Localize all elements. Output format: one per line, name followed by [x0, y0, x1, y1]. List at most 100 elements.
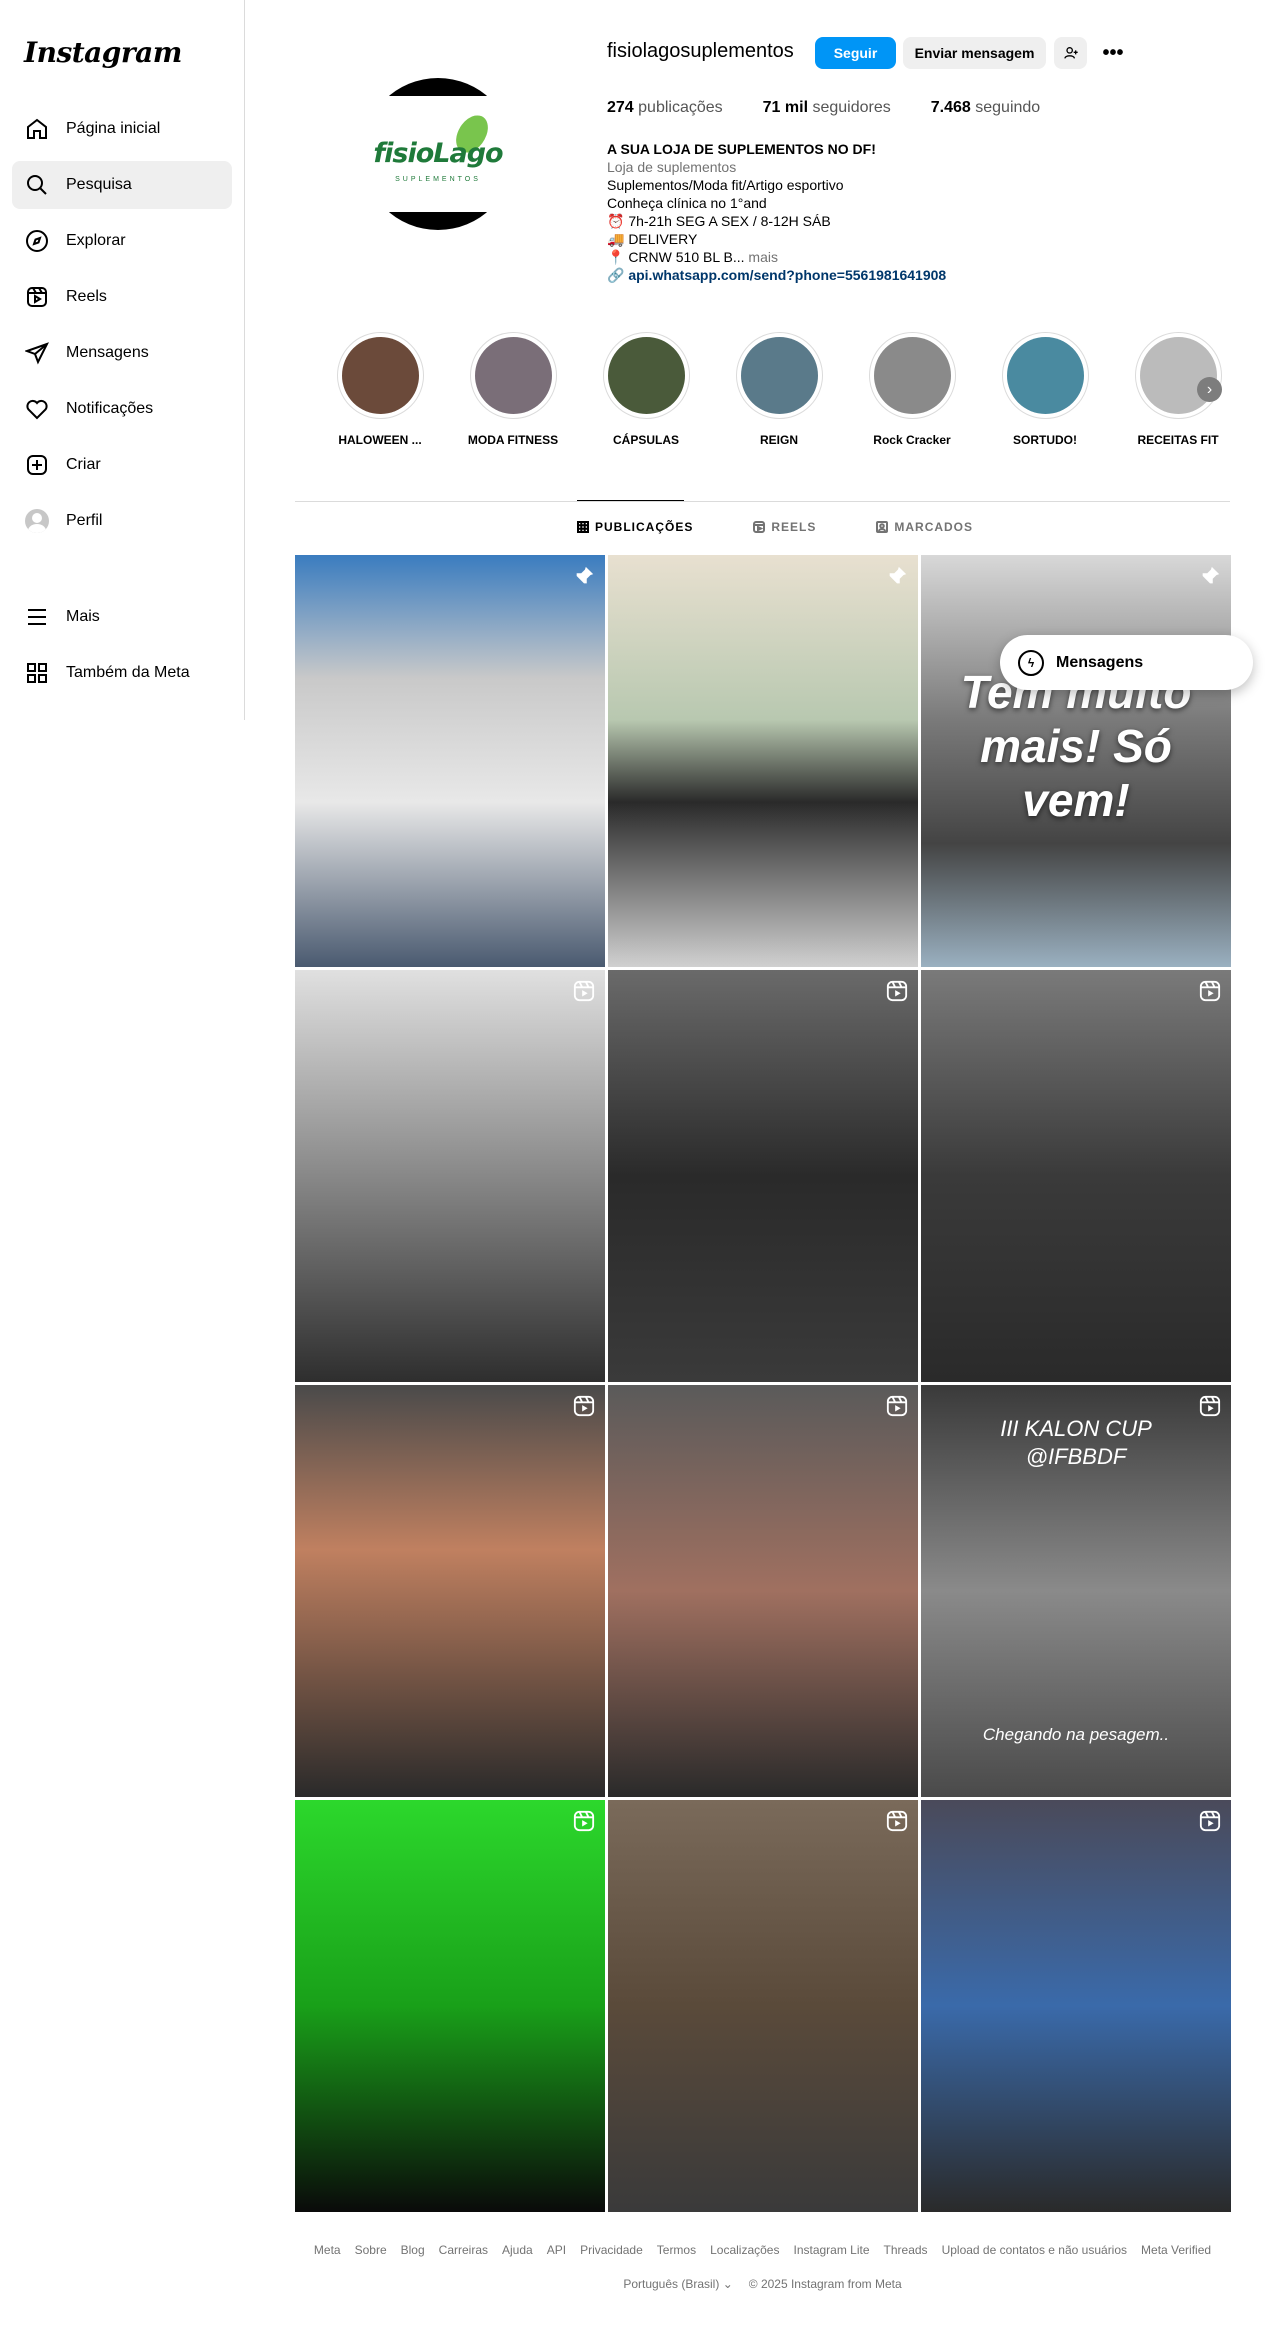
posts-stat: 274 publicações — [607, 99, 723, 117]
profile-stats: 274 publicações 71 mil seguidores 7.468 … — [607, 99, 1040, 117]
post-thumbnail[interactable] — [608, 970, 918, 1382]
sidebar-item-label: Criar — [66, 456, 101, 473]
sidebar-item-explore[interactable]: Explorar — [12, 217, 232, 265]
follow-button[interactable]: Seguir — [815, 37, 896, 69]
tab-tagged[interactable]: MARCADOS — [876, 520, 973, 534]
sidebar-item-notifications[interactable]: Notificações — [12, 385, 232, 433]
highlight-ring — [868, 332, 956, 419]
highlight-ring — [336, 332, 424, 419]
highlight-item[interactable]: HALOWEEN ... — [330, 332, 430, 447]
post-thumbnail[interactable] — [295, 1385, 605, 1797]
highlight-label: REIGN — [759, 433, 798, 447]
followers-count: 71 mil — [762, 99, 809, 116]
highlight-item[interactable]: SORTUDO! — [995, 332, 1095, 447]
post-thumbnail[interactable]: Tem muito mais! Só vem! — [921, 555, 1231, 967]
send-message-button[interactable]: Enviar mensagem — [903, 37, 1046, 69]
sidebar-item-home[interactable]: Página inicial — [12, 105, 232, 153]
highlight-thumbnail — [740, 337, 818, 414]
followers-stat[interactable]: 71 mil seguidores — [763, 99, 891, 117]
reel-icon — [1199, 1395, 1221, 1417]
post-thumbnail[interactable] — [608, 1800, 918, 2212]
post-thumbnail[interactable] — [921, 970, 1231, 1382]
post-thumbnail[interactable] — [295, 1800, 605, 2212]
options-button[interactable]: ••• — [1098, 37, 1128, 69]
following-label: seguindo — [975, 99, 1041, 116]
reel-icon — [573, 1395, 595, 1417]
footer-link[interactable]: Meta Verified — [1141, 2243, 1211, 2257]
footer-link[interactable]: Termos — [657, 2243, 696, 2257]
tab-reels[interactable]: REELS — [753, 520, 816, 534]
highlight-thumbnail — [474, 337, 552, 414]
sidebar-item-meta[interactable]: Também da Meta — [12, 649, 232, 697]
sidebar-item-label: Perfil — [66, 512, 103, 529]
avatar-brand-text: fisioLago — [373, 138, 503, 169]
language-label: Português (Brasil) — [623, 2277, 720, 2291]
post-thumbnail[interactable] — [295, 555, 605, 967]
sidebar-item-search[interactable]: Pesquisa — [12, 161, 232, 209]
profile-icon — [24, 508, 50, 534]
suggested-users-button[interactable] — [1054, 37, 1087, 69]
footer-link[interactable]: Instagram Lite — [793, 2243, 869, 2257]
highlight-item[interactable]: MODA FITNESS — [463, 332, 563, 447]
footer-link[interactable]: Carreiras — [439, 2243, 488, 2257]
more-dots-icon: ••• — [1102, 41, 1124, 64]
highlights-next-button[interactable]: › — [1197, 377, 1222, 402]
bio-more-link[interactable]: mais — [748, 249, 778, 265]
footer-link[interactable]: Privacidade — [580, 2243, 643, 2257]
post-thumbnail[interactable] — [608, 1385, 918, 1797]
footer-link[interactable]: Sobre — [355, 2243, 387, 2257]
pin-icon — [1199, 565, 1221, 587]
sidebar-item-reels[interactable]: Reels — [12, 273, 232, 321]
footer-link[interactable]: Localizações — [710, 2243, 779, 2257]
sidebar-item-more[interactable]: Mais — [12, 593, 232, 641]
footer-link[interactable]: API — [547, 2243, 566, 2257]
grid-icon — [577, 521, 589, 533]
post-thumbnail[interactable] — [608, 555, 918, 967]
instagram-logo[interactable]: Instagram — [24, 36, 182, 69]
footer-links: Meta Sobre Blog Carreiras Ajuda API Priv… — [295, 2243, 1230, 2257]
hamburger-icon — [24, 604, 50, 630]
tab-label: MARCADOS — [894, 520, 974, 534]
highlight-item[interactable]: REIGN — [729, 332, 829, 447]
messages-floating-button[interactable]: ϟ Mensagens — [1000, 635, 1253, 690]
footer-link[interactable]: Threads — [884, 2243, 928, 2257]
apps-grid-icon — [24, 660, 50, 686]
footer-link[interactable]: Upload de contatos e não usuários — [942, 2243, 1127, 2257]
sidebar-item-label: Pesquisa — [66, 176, 132, 193]
post-thumbnail[interactable]: III KALON CUP @IFBBDF Chegando na pesage… — [921, 1385, 1231, 1797]
highlight-label: CÁPSULAS — [612, 433, 679, 447]
avatar — [25, 509, 49, 533]
footer-link[interactable]: Meta — [314, 2243, 341, 2257]
search-icon — [24, 172, 50, 198]
following-stat[interactable]: 7.468 seguindo — [931, 99, 1040, 117]
sidebar-item-label: Explorar — [66, 232, 126, 249]
bio-website-link[interactable]: api.whatsapp.com/send?phone=556198164190… — [628, 267, 946, 283]
highlight-item[interactable]: CÁPSULAS — [596, 332, 696, 447]
copyright-text: © 2025 Instagram from Meta — [748, 2277, 902, 2291]
highlight-ring — [735, 332, 823, 419]
reel-icon — [886, 1395, 908, 1417]
active-tab-indicator — [577, 500, 684, 501]
tab-posts[interactable]: PUBLICAÇÕES — [577, 520, 693, 534]
bio-line: Suplementos/Moda fit/Artigo esportivo — [607, 177, 844, 193]
sidebar-item-create[interactable]: Criar — [12, 441, 232, 489]
following-count: 7.468 — [930, 99, 971, 116]
sidebar-item-messages[interactable]: Mensagens — [12, 329, 232, 377]
bio-name: A SUA LOJA DE SUPLEMENTOS NO DF! — [607, 141, 876, 157]
post-thumbnail[interactable] — [295, 970, 605, 1382]
highlight-item[interactable]: Rock Cracker — [862, 332, 962, 447]
sidebar-item-profile[interactable]: Perfil — [12, 497, 232, 545]
language-selector[interactable]: Português (Brasil) ⌄ — [623, 2277, 732, 2291]
profile-bio: A SUA LOJA DE SUPLEMENTOS NO DF! Loja de… — [607, 140, 946, 284]
profile-username: fisiolagosuplementos — [607, 40, 794, 62]
footer-link[interactable]: Blog — [401, 2243, 425, 2257]
tab-label: REELS — [771, 520, 817, 534]
footer-link[interactable]: Ajuda — [502, 2243, 533, 2257]
profile-avatar[interactable]: fisioLago SUPLEMENTOS — [362, 78, 514, 230]
sidebar-nav: Página inicial Pesquisa Explorar Reels M… — [12, 105, 232, 553]
messages-pill-label: Mensagens — [1056, 653, 1144, 671]
highlight-label: MODA FITNESS — [467, 433, 559, 447]
post-thumbnail[interactable] — [921, 1800, 1231, 2212]
send-icon — [24, 340, 50, 366]
posts-label: publicações — [638, 99, 723, 116]
